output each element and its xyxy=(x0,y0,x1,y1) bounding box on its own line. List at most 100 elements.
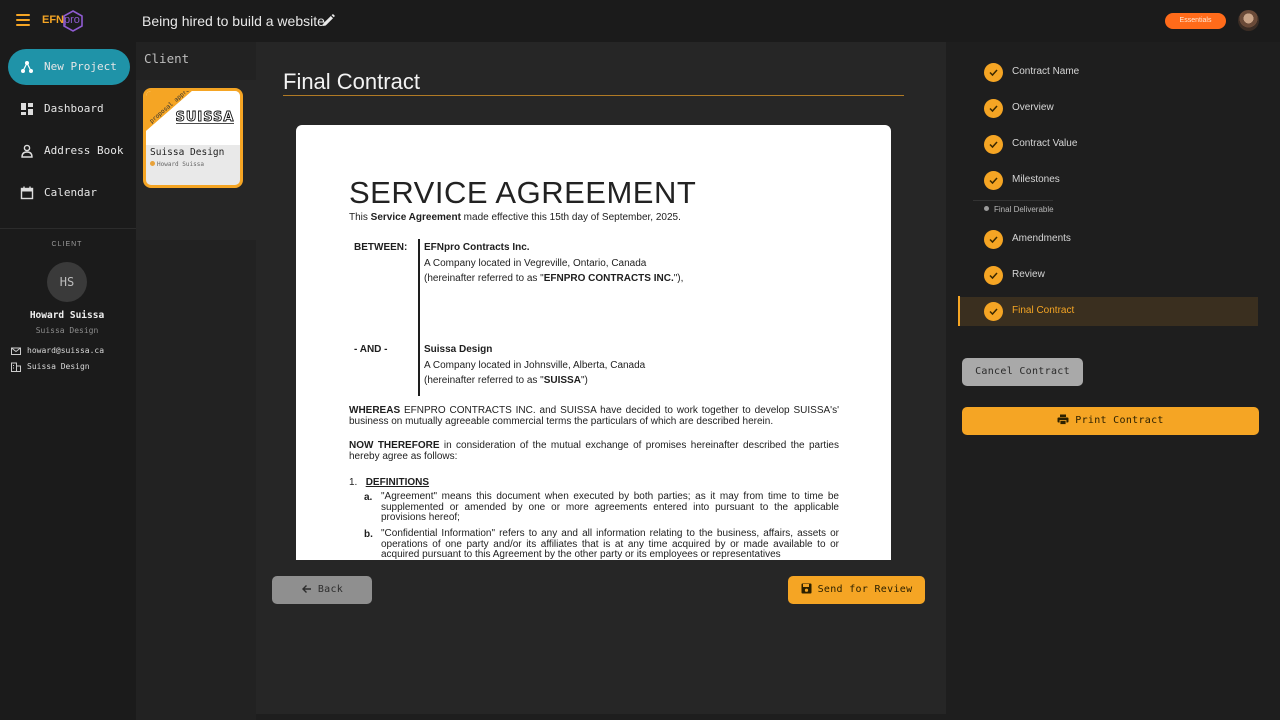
ref-prefix: (hereinafter referred to as " xyxy=(424,273,544,284)
substep-label: Final Deliverable xyxy=(994,205,1054,214)
document-intro: This Service Agreement made effective th… xyxy=(349,212,681,223)
step-label: Contract Name xyxy=(1012,66,1080,77)
party1-name: EFNpro Contracts Inc. xyxy=(424,242,530,253)
party-divider xyxy=(418,239,420,396)
contact-icon xyxy=(150,161,155,166)
step-overview[interactable]: Overview xyxy=(958,94,1258,122)
print-icon xyxy=(1057,414,1069,425)
client-heading: CLIENT xyxy=(51,241,83,248)
whereas-text: EFNPRO CONTRACTS INC. and SUISSA have de… xyxy=(349,405,839,427)
step-amendments[interactable]: Amendments xyxy=(958,225,1258,253)
check-icon xyxy=(984,135,1003,154)
step-review[interactable]: Review xyxy=(958,261,1258,289)
ref-prefix: (hereinafter referred to as " xyxy=(424,375,544,386)
back-button[interactable]: Back xyxy=(272,576,372,604)
step-final-contract[interactable]: Final Contract xyxy=(958,297,1258,326)
step-label: Contract Value xyxy=(1012,138,1078,149)
party2-name: Suissa Design xyxy=(424,344,493,355)
party1-location: A Company located in Vegreville, Ontario… xyxy=(424,258,647,269)
person-icon xyxy=(21,144,33,158)
edit-icon[interactable] xyxy=(322,14,335,27)
project-title: Being hired to build a website xyxy=(142,13,325,29)
app-logo[interactable]: EFNpro xyxy=(40,10,86,32)
client-name: Howard Suissa xyxy=(29,310,105,321)
now-bold: NOW THEREFORE xyxy=(349,440,440,451)
step-label: Overview xyxy=(1012,102,1054,113)
steps-panel: Contract Name Overview Contract Value Mi… xyxy=(946,42,1280,720)
client-email: howard@suissa.ca xyxy=(27,346,105,355)
party2-location: A Company located in Johnsville, Alberta… xyxy=(424,360,646,371)
sidebar: New Project Dashboard Address Book Calen… xyxy=(0,42,136,720)
party1-reference: (hereinafter referred to as "EFNPRO CONT… xyxy=(424,273,683,284)
cancel-contract-button[interactable]: Cancel Contract xyxy=(962,358,1083,386)
ref-bold: SUISSA xyxy=(543,375,581,386)
sidebar-item-new-project[interactable]: New Project xyxy=(8,49,130,85)
intro-suffix: made effective this 15th day of Septembe… xyxy=(460,212,681,223)
sidebar-item-dashboard[interactable]: Dashboard xyxy=(8,91,130,127)
review-label: Send for Review xyxy=(817,584,913,595)
mail-icon xyxy=(11,347,21,355)
user-avatar[interactable] xyxy=(1238,10,1259,31)
item-b-label: b. xyxy=(364,529,373,540)
step-contract-value[interactable]: Contract Value xyxy=(958,130,1258,158)
back-label: Back xyxy=(317,584,344,595)
calendar-icon xyxy=(20,186,34,200)
building-icon xyxy=(11,362,21,372)
check-icon xyxy=(984,266,1003,285)
item-a-text: "Agreement" means this document when exe… xyxy=(381,491,839,523)
sidebar-item-label: Dashboard xyxy=(44,102,104,115)
substep-final-deliverable[interactable]: Final Deliverable xyxy=(984,205,1054,214)
contract-document[interactable]: SERVICE AGREEMENT This Service Agreement… xyxy=(296,125,891,560)
client-card[interactable]: proposal approv SUISSA Suissa Design How… xyxy=(143,88,243,188)
check-icon xyxy=(984,171,1003,190)
ref-suffix: "), xyxy=(673,273,684,284)
step-contract-name[interactable]: Contract Name xyxy=(958,58,1258,86)
main-panel: Final Contract SERVICE AGREEMENT This Se… xyxy=(256,42,946,714)
client-avatar: HS xyxy=(47,262,87,302)
dashboard-icon xyxy=(21,103,33,115)
sidebar-item-address-book[interactable]: Address Book xyxy=(8,133,130,169)
client-org: Suissa Design xyxy=(27,362,90,371)
plan-badge[interactable]: Essentials xyxy=(1165,13,1226,29)
step-label: Final Contract xyxy=(1012,305,1075,316)
substep-divider xyxy=(973,200,1053,201)
client-card-contact: Howard Suissa xyxy=(150,161,204,168)
item-a-label: a. xyxy=(364,492,373,503)
between-label: BETWEEN: xyxy=(354,242,408,253)
section-heading: 1. DEFINITIONS xyxy=(349,477,429,488)
step-label: Review xyxy=(1012,269,1045,280)
check-icon xyxy=(984,99,1003,118)
intro-bold: Service Agreement xyxy=(370,212,461,223)
whereas-bold: WHEREAS xyxy=(349,405,401,416)
active-step-indicator xyxy=(958,296,960,326)
check-icon xyxy=(984,63,1003,82)
sidebar-divider xyxy=(0,228,136,229)
section-title: DEFINITIONS xyxy=(365,477,430,488)
client-card-image: proposal approv SUISSA xyxy=(146,91,240,145)
section-number: 1. xyxy=(349,477,358,488)
sidebar-item-label: Calendar xyxy=(44,186,97,199)
arrow-left-icon xyxy=(301,585,311,593)
sidebar-item-calendar[interactable]: Calendar xyxy=(8,175,130,211)
party2-reference: (hereinafter referred to as "SUISSA") xyxy=(424,375,588,386)
bullet-icon xyxy=(984,206,989,211)
client-column-title: Client xyxy=(144,51,190,66)
client-column: Client proposal approv SUISSA Suissa Des… xyxy=(136,42,256,720)
client-card-contact-name: Howard Suissa xyxy=(157,161,204,168)
print-label: Print Contract xyxy=(1075,415,1164,426)
page-title: Final Contract xyxy=(283,69,420,94)
step-label: Milestones xyxy=(1012,174,1060,185)
step-milestones[interactable]: Milestones xyxy=(958,166,1258,194)
send-for-review-button[interactable]: Send for Review xyxy=(788,576,925,604)
document-heading: SERVICE AGREEMENT xyxy=(349,175,697,210)
and-label: - AND - xyxy=(354,344,388,355)
logo-text: EFNpro xyxy=(42,14,80,26)
check-icon xyxy=(984,302,1003,321)
top-bar: EFNpro Being hired to build a website Es… xyxy=(0,0,1280,42)
sidebar-item-label: Address Book xyxy=(44,144,124,157)
intro-prefix: This xyxy=(349,212,371,223)
hub-icon xyxy=(21,61,33,73)
ref-bold: EFNPRO CONTRACTS INC. xyxy=(543,273,674,284)
menu-icon[interactable] xyxy=(16,14,30,26)
print-contract-button[interactable]: Print Contract xyxy=(962,407,1259,435)
